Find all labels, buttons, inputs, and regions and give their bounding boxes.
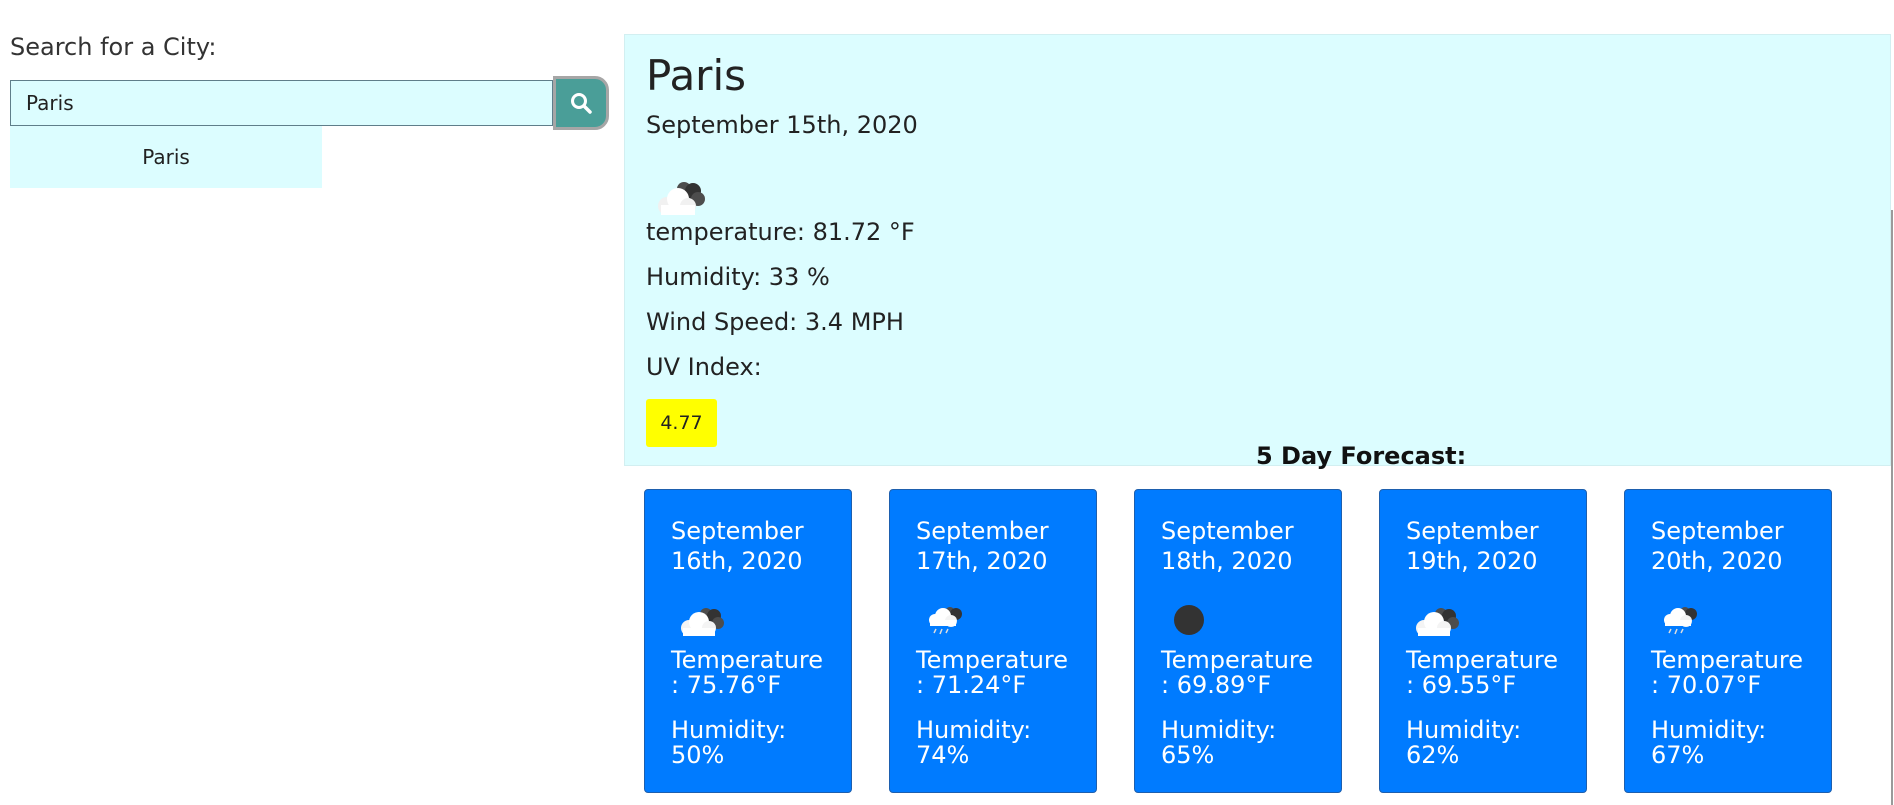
clear-sky-icon (1174, 605, 1204, 635)
current-weather-panel: Paris September 15th, 2020 temperature: … (624, 34, 1891, 466)
forecast-date: September 19th, 2020 (1406, 517, 1539, 575)
current-temperature: temperature: 81.72 °F (646, 218, 915, 246)
forecast-card: September 17th, 2020 Temperature : 71.24… (889, 489, 1097, 793)
forecast-date: September 17th, 2020 (916, 517, 1049, 575)
forecast-temperature: Temperature : 71.24°F (916, 646, 1069, 699)
current-date: September 15th, 2020 (646, 111, 918, 139)
city-suggestion[interactable]: Paris (10, 126, 322, 188)
forecast-humidity: Humidity: 62% (1406, 716, 1522, 769)
forecast-date: September 16th, 2020 (671, 517, 804, 575)
forecast-humidity: Humidity: 65% (1161, 716, 1277, 769)
forecast-temperature: Temperature : 75.76°F (671, 646, 824, 699)
forecast-temperature: Temperature : 70.07°F (1651, 646, 1804, 699)
rain-icon (929, 607, 962, 635)
forecast-humidity: Humidity: 67% (1651, 716, 1767, 769)
search-input[interactable] (10, 80, 553, 126)
search-sidebar: Search for a City: Paris (10, 30, 610, 188)
broken-clouds-icon (658, 182, 705, 215)
search-button[interactable] (553, 76, 609, 130)
forecast-date: September 18th, 2020 (1161, 517, 1294, 575)
forecast-humidity: Humidity: 74% (916, 716, 1032, 769)
current-humidity: Humidity: 33 % (646, 263, 830, 291)
forecast-title: 5 Day Forecast: (1256, 442, 1467, 470)
forecast-date: September 20th, 2020 (1651, 517, 1784, 575)
city-name: Paris (646, 51, 746, 100)
forecast-temperature: Temperature : 69.89°F (1161, 646, 1314, 699)
broken-clouds-icon (1416, 608, 1459, 636)
forecast-card: September 19th, 2020 Temperature : 69.55… (1379, 489, 1587, 793)
rain-icon (1664, 607, 1697, 635)
forecast-card: September 18th, 2020 Temperature : 69.89… (1134, 489, 1342, 793)
uv-index-badge: 4.77 (646, 399, 717, 447)
current-wind-speed: Wind Speed: 3.4 MPH (646, 308, 904, 336)
broken-clouds-icon (681, 608, 724, 636)
scrollbar-edge[interactable] (1891, 210, 1893, 805)
forecast-card: September 16th, 2020 Temperature : 75.76… (644, 489, 852, 793)
uv-index-label: UV Index: (646, 353, 762, 381)
forecast-temperature: Temperature : 69.55°F (1406, 646, 1559, 699)
forecast-card: September 20th, 2020 Temperature : 70.07… (1624, 489, 1832, 793)
search-label: Search for a City: (10, 33, 217, 61)
forecast-humidity: Humidity: 50% (671, 716, 787, 769)
search-icon (571, 93, 592, 114)
search-form (10, 76, 610, 130)
